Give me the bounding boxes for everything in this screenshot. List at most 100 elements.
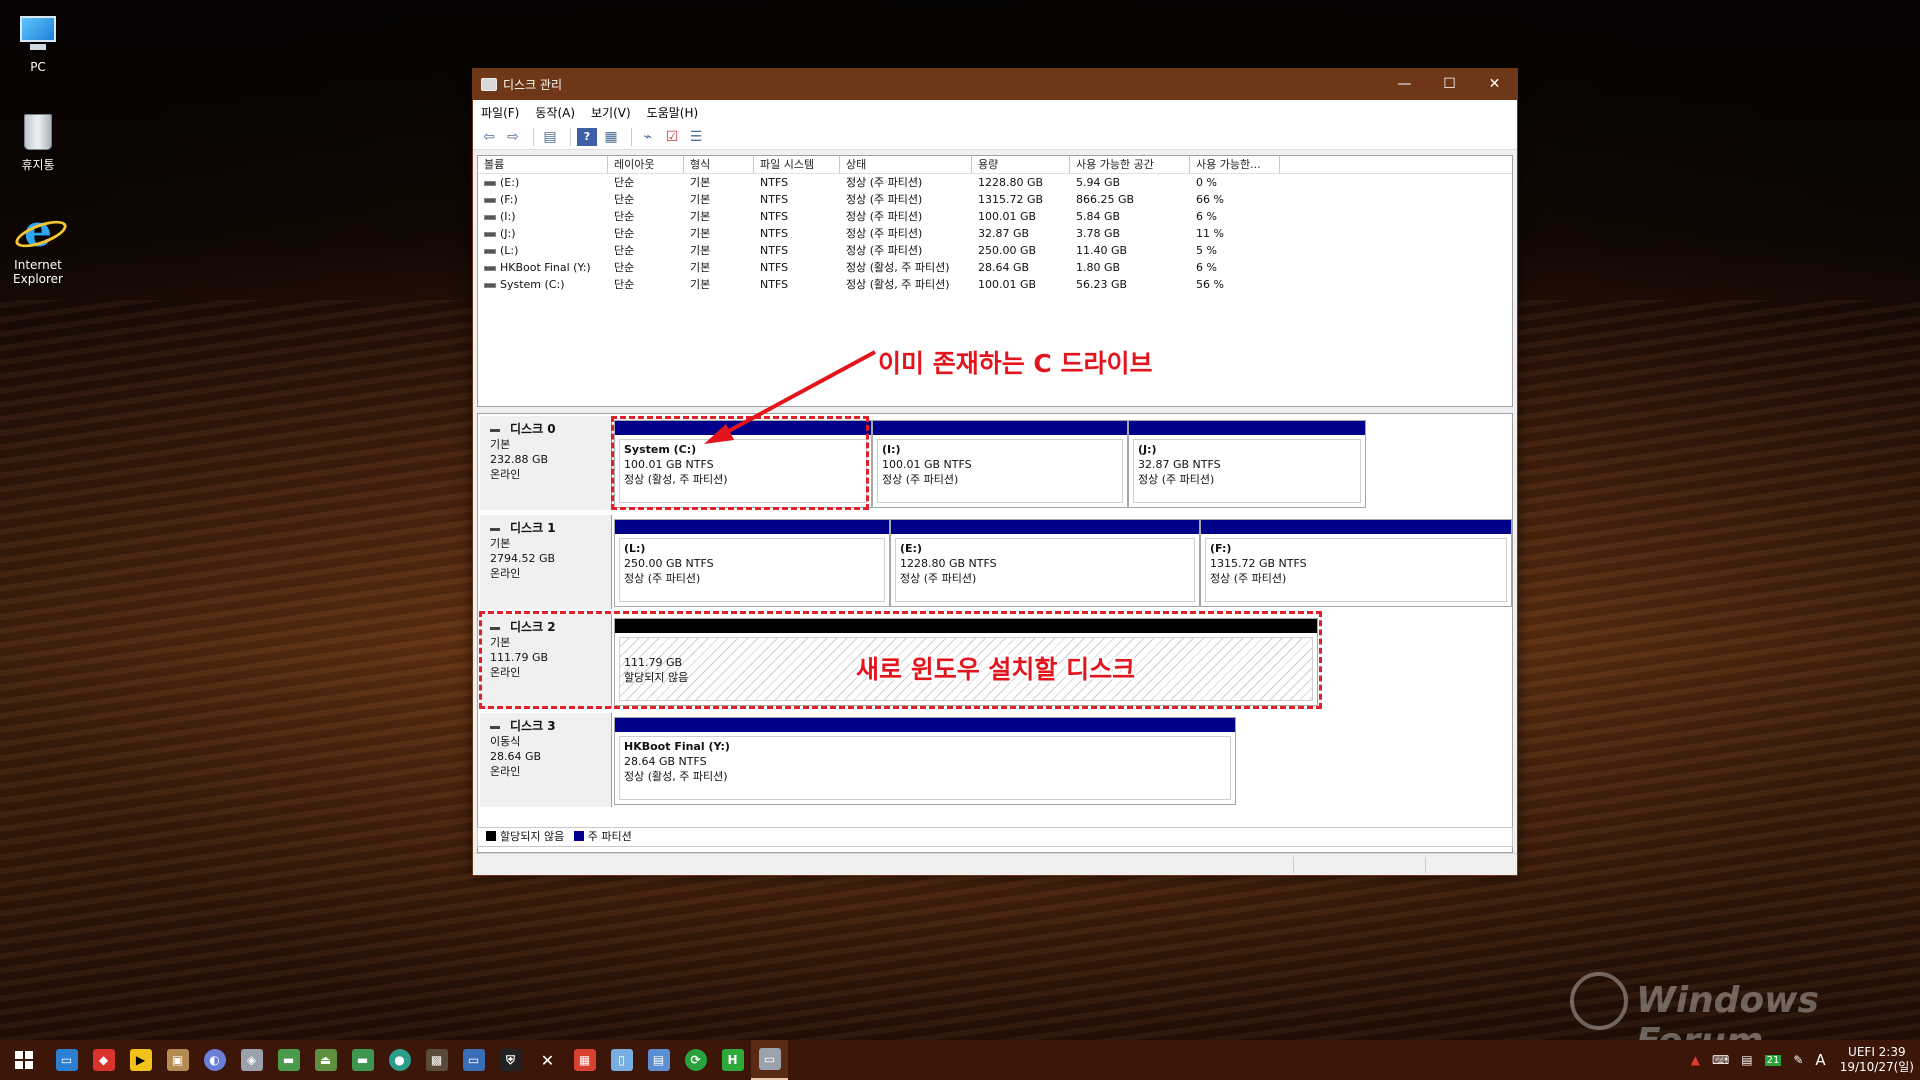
properties-icon[interactable]: ▦	[601, 128, 621, 146]
tray-badge[interactable]: 21	[1764, 1054, 1782, 1066]
taskbar-app[interactable]: ⏏	[307, 1040, 344, 1080]
volume-row[interactable]: System (C:) 단순 기본 NTFS 정상 (활성, 주 파티션) 10…	[478, 276, 1512, 293]
taskbar-app[interactable]: ⟳	[677, 1040, 714, 1080]
disk-icon	[490, 725, 500, 729]
taskbar-app[interactable]: ▭	[48, 1040, 85, 1080]
taskbar-app[interactable]: ▯	[603, 1040, 640, 1080]
primary-partition-bar	[873, 421, 1127, 435]
clock-time: UEFI 2:39	[1848, 1045, 1906, 1059]
taskbar-app[interactable]: ●	[381, 1040, 418, 1080]
media-player-icon: ▶	[129, 1049, 152, 1071]
column-header-volume[interactable]: 볼륨	[478, 156, 608, 173]
taskbar-app-disk-management[interactable]: ▭	[751, 1040, 788, 1080]
disk-name: 디스크 1	[510, 521, 556, 535]
disk-label[interactable]: 디스크 1 기본 2794.52 GB 온라인	[480, 515, 612, 609]
taskbar-app[interactable]: H	[714, 1040, 751, 1080]
volume-type: 기본	[690, 278, 711, 291]
browser-globe-icon: ◐	[203, 1049, 226, 1071]
partition-block[interactable]: (I:) 100.01 GB NTFS 정상 (주 파티션)	[872, 420, 1128, 508]
column-header-capacity[interactable]: 용량	[972, 156, 1070, 173]
taskbar-app[interactable]: ▤	[640, 1040, 677, 1080]
volume-type: 기본	[690, 227, 711, 240]
partition-block[interactable]: (L:) 250.00 GB NTFS 정상 (주 파티션)	[614, 519, 890, 607]
column-header-filesystem[interactable]: 파일 시스템	[754, 156, 840, 173]
menu-view[interactable]: 보기(V)	[591, 104, 631, 121]
desktop-icon-pc[interactable]: PC	[0, 12, 76, 74]
disk-type: 기본	[490, 636, 511, 649]
taskbar-app[interactable]: ◆	[85, 1040, 122, 1080]
volume-row[interactable]: (J:) 단순 기본 NTFS 정상 (주 파티션) 32.87 GB 3.78…	[478, 225, 1512, 242]
taskbar-app[interactable]: ◐	[196, 1040, 233, 1080]
taskbar-app[interactable]: ▶	[122, 1040, 159, 1080]
volume-filesystem: NTFS	[760, 261, 789, 274]
volume-filesystem: NTFS	[760, 210, 789, 223]
minimize-button[interactable]: —	[1382, 69, 1427, 100]
tray-keyboard-icon[interactable]: ⌨	[1712, 1053, 1729, 1067]
volume-row[interactable]: (L:) 단순 기본 NTFS 정상 (주 파티션) 250.00 GB 11.…	[478, 242, 1512, 259]
disk-label[interactable]: 디스크 0 기본 232.88 GB 온라인	[480, 416, 612, 510]
partition-status: 정상 (주 파티션)	[1138, 473, 1215, 486]
taskbar-app[interactable]: ▦	[566, 1040, 603, 1080]
menu-file[interactable]: 파일(F)	[481, 104, 519, 121]
taskbar-app[interactable]: ▩	[418, 1040, 455, 1080]
column-header-free-percent[interactable]: 사용 가능한...	[1190, 156, 1280, 173]
column-header-type[interactable]: 형식	[684, 156, 754, 173]
column-header-layout[interactable]: 레이아웃	[608, 156, 684, 173]
volume-row[interactable]: HKBoot Final (Y:) 단순 기본 NTFS 정상 (활성, 주 파…	[478, 259, 1512, 276]
column-header-free-space[interactable]: 사용 가능한 공간	[1070, 156, 1190, 173]
desktop-icon-internet-explorer[interactable]: e Internet Explorer	[0, 210, 76, 287]
disk-status: 온라인	[490, 666, 521, 679]
disk-status: 온라인	[490, 468, 521, 481]
disk-status: 온라인	[490, 765, 521, 778]
help-icon[interactable]: ?	[577, 127, 597, 146]
volume-layout: 단순	[614, 244, 635, 257]
taskbar-app[interactable]: ▬	[270, 1040, 307, 1080]
close-button[interactable]: ✕	[1472, 69, 1517, 100]
clock[interactable]: UEFI 2:39 19/10/27(일)	[1840, 1045, 1914, 1075]
maximize-button[interactable]: ☐	[1427, 69, 1472, 100]
forward-arrow-icon[interactable]: ⇨	[503, 128, 523, 146]
taskbar-app[interactable]: ⛨	[492, 1040, 529, 1080]
volume-name: (F:)	[500, 193, 518, 206]
volume-layout: 단순	[614, 193, 635, 206]
primary-partition-bar	[615, 718, 1235, 732]
tray-flag-icon[interactable]: ▲	[1691, 1053, 1700, 1067]
taskbar-app[interactable]: ▬	[344, 1040, 381, 1080]
tray-pen-icon[interactable]: ✎	[1793, 1053, 1803, 1067]
start-button[interactable]	[0, 1040, 48, 1080]
console-tree-icon[interactable]: ▤	[540, 128, 560, 146]
volume-capacity: 100.01 GB	[978, 278, 1037, 291]
volume-type: 기본	[690, 176, 711, 189]
taskbar-app[interactable]: ✕	[529, 1040, 566, 1080]
desktop-icon-label: PC	[30, 60, 46, 74]
disk-label[interactable]: 디스크 2 기본 111.79 GB 온라인	[480, 614, 612, 708]
check-icon[interactable]: ☑	[662, 128, 682, 146]
disk-row-3: 디스크 3 이동식 28.64 GB 온라인 HKBoot Final (Y:)…	[478, 711, 1512, 807]
tray-network-icon[interactable]: ▤	[1741, 1053, 1752, 1067]
partition-block[interactable]: (E:) 1228.80 GB NTFS 정상 (주 파티션)	[890, 519, 1200, 607]
tray-ime-indicator[interactable]: A	[1815, 1051, 1825, 1069]
partition-block[interactable]: (J:) 32.87 GB NTFS 정상 (주 파티션)	[1128, 420, 1366, 508]
partition-block[interactable]: HKBoot Final (Y:) 28.64 GB NTFS 정상 (활성, …	[614, 717, 1236, 805]
title-bar[interactable]: 디스크 관리 — ☐ ✕	[473, 69, 1517, 100]
volume-free-space: 3.78 GB	[1076, 227, 1121, 240]
list-icon[interactable]: ☰	[686, 128, 706, 146]
disk-label[interactable]: 디스크 3 이동식 28.64 GB 온라인	[480, 713, 612, 807]
partition-block[interactable]: (F:) 1315.72 GB NTFS 정상 (주 파티션)	[1200, 519, 1512, 607]
taskbar-app[interactable]: ▭	[455, 1040, 492, 1080]
column-header-status[interactable]: 상태	[840, 156, 972, 173]
connect-icon[interactable]: ⌁	[638, 128, 658, 146]
windows-logo-icon	[15, 1051, 33, 1069]
volume-row[interactable]: (I:) 단순 기본 NTFS 정상 (주 파티션) 100.01 GB 5.8…	[478, 208, 1512, 225]
desktop-icon-recycle-bin[interactable]: 휴지통	[0, 110, 76, 172]
partition-size: 100.01 GB NTFS	[624, 458, 714, 471]
volume-row[interactable]: (F:) 단순 기본 NTFS 정상 (주 파티션) 1315.72 GB 86…	[478, 191, 1512, 208]
menu-action[interactable]: 동작(A)	[535, 104, 575, 121]
taskbar-app[interactable]: ▣	[159, 1040, 196, 1080]
partition-size: 100.01 GB NTFS	[882, 458, 972, 471]
document-icon: ▯	[610, 1049, 633, 1071]
menu-help[interactable]: 도움말(H)	[647, 104, 699, 121]
taskbar-app[interactable]: ◈	[233, 1040, 270, 1080]
back-arrow-icon[interactable]: ⇦	[479, 128, 499, 146]
volume-row[interactable]: (E:) 단순 기본 NTFS 정상 (주 파티션) 1228.80 GB 5.…	[478, 174, 1512, 191]
